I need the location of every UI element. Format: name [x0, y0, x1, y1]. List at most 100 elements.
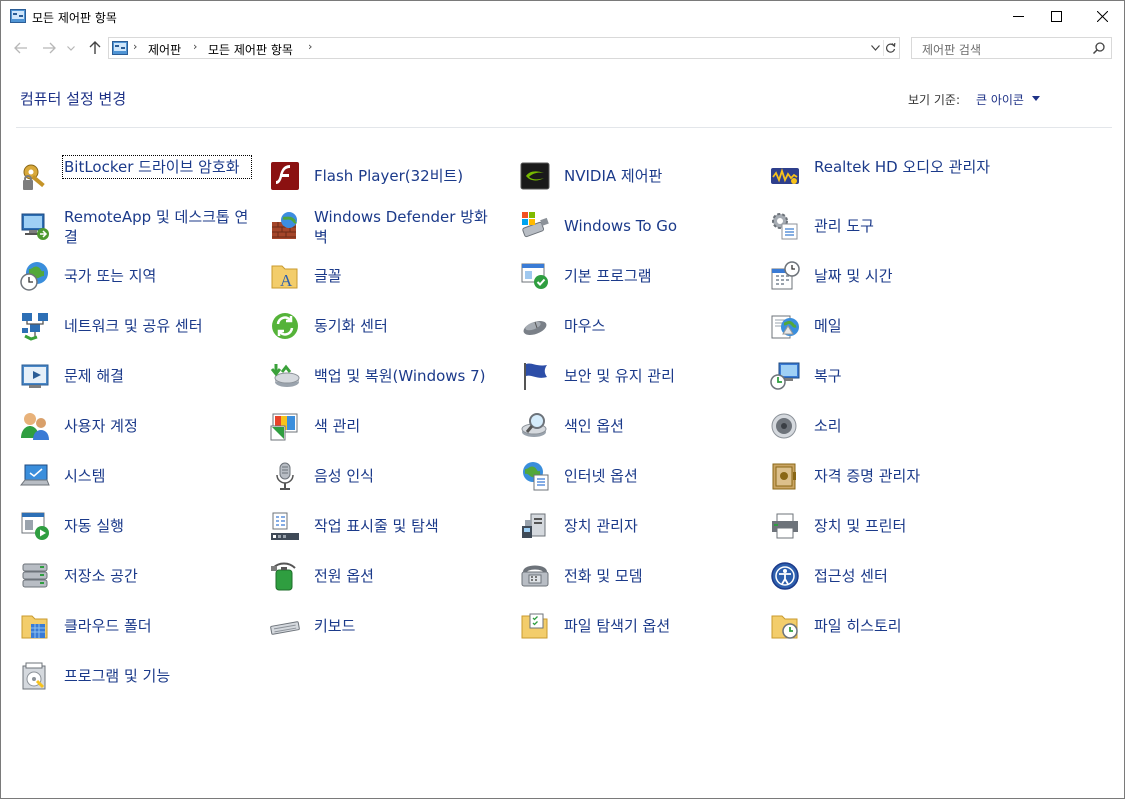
keyboard-icon [270, 621, 300, 635]
window-title: 모든 제어판 항목 [32, 11, 117, 25]
control-panel-item[interactable]: 인터넷 옵션 [517, 451, 753, 501]
item-label: 자격 증명 관리자 [814, 467, 921, 485]
realtek-audio-icon [771, 168, 799, 184]
control-panel-item[interactable]: 프로그램 및 기능 [17, 651, 253, 701]
item-label: 글꼴 [314, 267, 342, 285]
item-label: NVIDIA 제어판 [564, 167, 663, 185]
control-panel-item[interactable]: 작업 표시줄 및 탐색 [267, 501, 503, 551]
control-panel-item[interactable]: 자동 실행 [17, 501, 253, 551]
speaker-icon [771, 413, 797, 439]
search-input[interactable]: 제어판 검색 [922, 41, 981, 58]
mouse-icon [523, 321, 547, 335]
refresh-button[interactable] [883, 40, 897, 56]
control-panel-item[interactable]: 장치 관리자 [517, 501, 753, 551]
item-label: Windows To Go [564, 217, 678, 235]
control-panel-item[interactable]: 백업 및 복원(Windows 7) [267, 351, 503, 401]
control-panel-item[interactable]: 장치 및 프린터 [767, 501, 1003, 551]
control-panel-item[interactable]: 마우스 [517, 301, 753, 351]
control-panel-item[interactable]: 색인 옵션 [517, 401, 753, 451]
control-panel-item[interactable]: 전화 및 모뎀 [517, 551, 753, 601]
control-panel-item[interactable]: 국가 또는 지역 [17, 251, 253, 301]
control-panel-item[interactable]: 접근성 센터 [767, 551, 1003, 601]
printer-icon [772, 513, 798, 539]
search-icon[interactable] [1092, 41, 1106, 55]
control-panel-item[interactable]: 전원 옵션 [267, 551, 503, 601]
taskbar-icon [271, 512, 299, 540]
indexing-icon [521, 413, 547, 437]
folder-options-icon [521, 613, 548, 639]
control-panel-item[interactable]: A 글꼴 [267, 251, 503, 301]
control-panel-item[interactable]: Windows To Go [517, 201, 753, 251]
item-label: 사용자 계정 [64, 417, 138, 435]
control-panel-item[interactable]: 사용자 계정 [17, 401, 253, 451]
power-battery-icon [271, 562, 296, 591]
item-label: 저장소 공간 [64, 567, 138, 585]
item-label: 장치 관리자 [564, 517, 638, 535]
calendar-clock-icon [771, 261, 800, 290]
item-label: 프로그램 및 기능 [64, 667, 171, 685]
control-panel-item[interactable]: 문제 해결 [17, 351, 253, 401]
item-label: 소리 [814, 417, 842, 435]
control-panel-item[interactable]: 보안 및 유지 관리 [517, 351, 753, 401]
title-bar[interactable]: 모든 제어판 항목 [1, 1, 1124, 32]
header-divider [16, 127, 1112, 128]
fonts-folder-icon: A [271, 265, 298, 290]
view-by-dropdown[interactable]: 큰 아이콘 [976, 91, 1024, 108]
forward-button[interactable] [41, 40, 57, 56]
control-panel-item[interactable]: 동기화 센터 [267, 301, 503, 351]
breadcrumb-separator-icon[interactable]: › [308, 40, 312, 53]
breadcrumb-separator-icon[interactable]: › [133, 40, 137, 53]
network-icon [22, 313, 48, 341]
control-panel-item[interactable]: 기본 프로그램 [517, 251, 753, 301]
control-panel-icon [112, 41, 128, 55]
control-panel-item[interactable]: 메일 [767, 301, 1003, 351]
control-panel-item[interactable]: 파일 히스토리 [767, 601, 1003, 651]
control-panel-item[interactable]: 자격 증명 관리자 [767, 451, 1003, 501]
control-panel-item[interactable]: RemoteApp 및 데스크톱 연결 [17, 201, 253, 251]
control-panel-item[interactable]: 소리 [767, 401, 1003, 451]
maximize-button[interactable] [1033, 1, 1079, 32]
flash-player-icon [271, 162, 299, 190]
item-label: 전원 옵션 [314, 567, 374, 585]
caret-down-icon[interactable] [1032, 96, 1040, 101]
control-panel-item[interactable]: 시스템 [17, 451, 253, 501]
item-label: 백업 및 복원(Windows 7) [314, 367, 486, 385]
recent-locations-button[interactable] [65, 40, 77, 56]
search-box[interactable]: 제어판 검색 [911, 37, 1112, 59]
internet-options-icon [523, 462, 549, 491]
control-panel-item[interactable]: 음성 인식 [267, 451, 503, 501]
control-panel-item[interactable]: BitLocker 드라이브 암호화 [17, 151, 253, 201]
control-panel-item[interactable]: Realtek HD 오디오 관리자 [767, 151, 1003, 201]
item-label: 키보드 [314, 617, 356, 635]
breadcrumb-control-panel[interactable]: 제어판 [148, 41, 181, 58]
item-label: Windows Defender 방화벽 [314, 208, 488, 246]
flag-icon [524, 363, 547, 390]
control-panel-item[interactable]: Windows Defender 방화벽 [267, 201, 503, 251]
control-panel-item[interactable]: 네트워크 및 공유 센터 [17, 301, 253, 351]
bitlocker-key-icon [23, 164, 45, 190]
breadcrumb-separator-icon[interactable]: › [193, 40, 197, 53]
user-accounts-icon [21, 413, 49, 440]
control-panel-item[interactable]: 관리 도구 [767, 201, 1003, 251]
close-button[interactable] [1079, 1, 1125, 32]
breadcrumb-all-items[interactable]: 모든 제어판 항목 [208, 41, 293, 58]
control-panel-item[interactable]: 복구 [767, 351, 1003, 401]
control-panel-item[interactable]: Flash Player(32비트) [267, 151, 503, 201]
back-button[interactable] [13, 40, 29, 56]
address-history-button[interactable] [869, 41, 881, 55]
control-panel-item[interactable]: 저장소 공간 [17, 551, 253, 601]
color-management-icon [270, 413, 298, 441]
item-label: Flash Player(32비트) [314, 167, 464, 185]
microphone-icon [276, 462, 294, 490]
control-panel-item[interactable]: 키보드 [267, 601, 503, 651]
item-label: 자동 실행 [64, 517, 124, 535]
control-panel-item[interactable]: 색 관리 [267, 401, 503, 451]
up-button[interactable] [87, 40, 103, 56]
control-panel-item[interactable]: 파일 탐색기 옵션 [517, 601, 753, 651]
control-panel-item[interactable]: NVIDIA 제어판 [517, 151, 753, 201]
item-label: 접근성 센터 [814, 567, 888, 585]
control-panel-item[interactable]: 클라우드 폴더 [17, 601, 253, 651]
address-bar[interactable]: › 제어판 › 모든 제어판 항목 › [108, 37, 900, 59]
usb-drive-icon [522, 212, 549, 238]
control-panel-item[interactable]: 날짜 및 시간 [767, 251, 1003, 301]
